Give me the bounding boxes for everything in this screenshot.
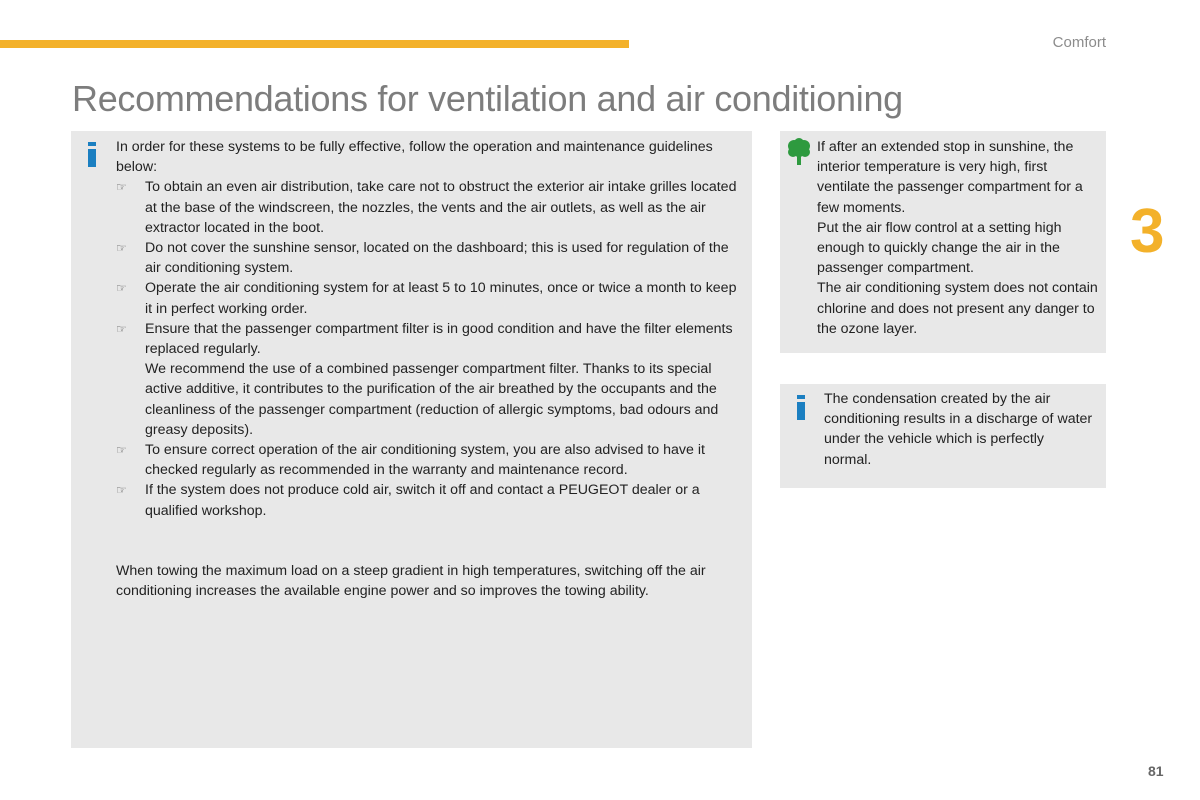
guideline-list: ☞ To obtain an even air distribution, tak… [116,177,746,520]
pointing-hand-icon: ☞ [116,443,127,458]
pointing-hand-icon: ☞ [116,281,127,296]
eco-text: If after an extended stop in sunshine, t… [817,137,1102,339]
condensation-text: The condensation created by the air cond… [824,391,1093,468]
eco-paragraph: Put the air flow control at a setting hi… [817,219,1062,277]
eco-paragraph: The air conditioning system does not con… [817,280,1098,337]
pointing-hand-icon: ☞ [116,321,127,336]
filter-recommendation: We recommend the use of a combined passe… [145,361,719,438]
intro-text: In order for these systems to be fully e… [116,139,713,176]
list-item: ☞ If the system does not produce cold air… [116,482,700,519]
pointing-hand-icon: ☞ [116,241,127,256]
section-label: Comfort [1052,34,1106,51]
condensation-info-panel: The condensation created by the air cond… [780,384,1106,488]
page-number: 81 [1148,763,1164,779]
list-item: ☞ Do not cover the sunshine sensor, locat… [116,240,729,277]
pointing-hand-icon: ☞ [116,483,127,498]
list-item: ☞ Ensure that the passenger compartment f… [116,320,733,438]
pointing-hand-icon: ☞ [116,180,127,195]
info-icon [88,142,96,167]
towing-note: When towing the maximum load on a steep … [116,562,706,600]
eco-panel: If after an extended stop in sunshine, t… [780,131,1106,353]
recommendations-panel: In order for these systems to be fully e… [71,131,752,748]
tree-icon [788,138,810,165]
eco-paragraph: If after an extended stop in sunshine, t… [817,139,1083,216]
recommendations-text: In order for these systems to be fully e… [116,137,746,601]
page-title: Recommendations for ventilation and air … [72,78,903,119]
list-item: ☞ To obtain an even air distribution, tak… [116,179,737,236]
list-item: ☞ To ensure correct operation of the air … [116,442,705,479]
chapter-number: 3 [1130,197,1165,266]
info-icon [797,395,805,420]
header-accent-bar [0,40,629,48]
list-item: ☞ Operate the air conditioning system for… [116,280,737,317]
